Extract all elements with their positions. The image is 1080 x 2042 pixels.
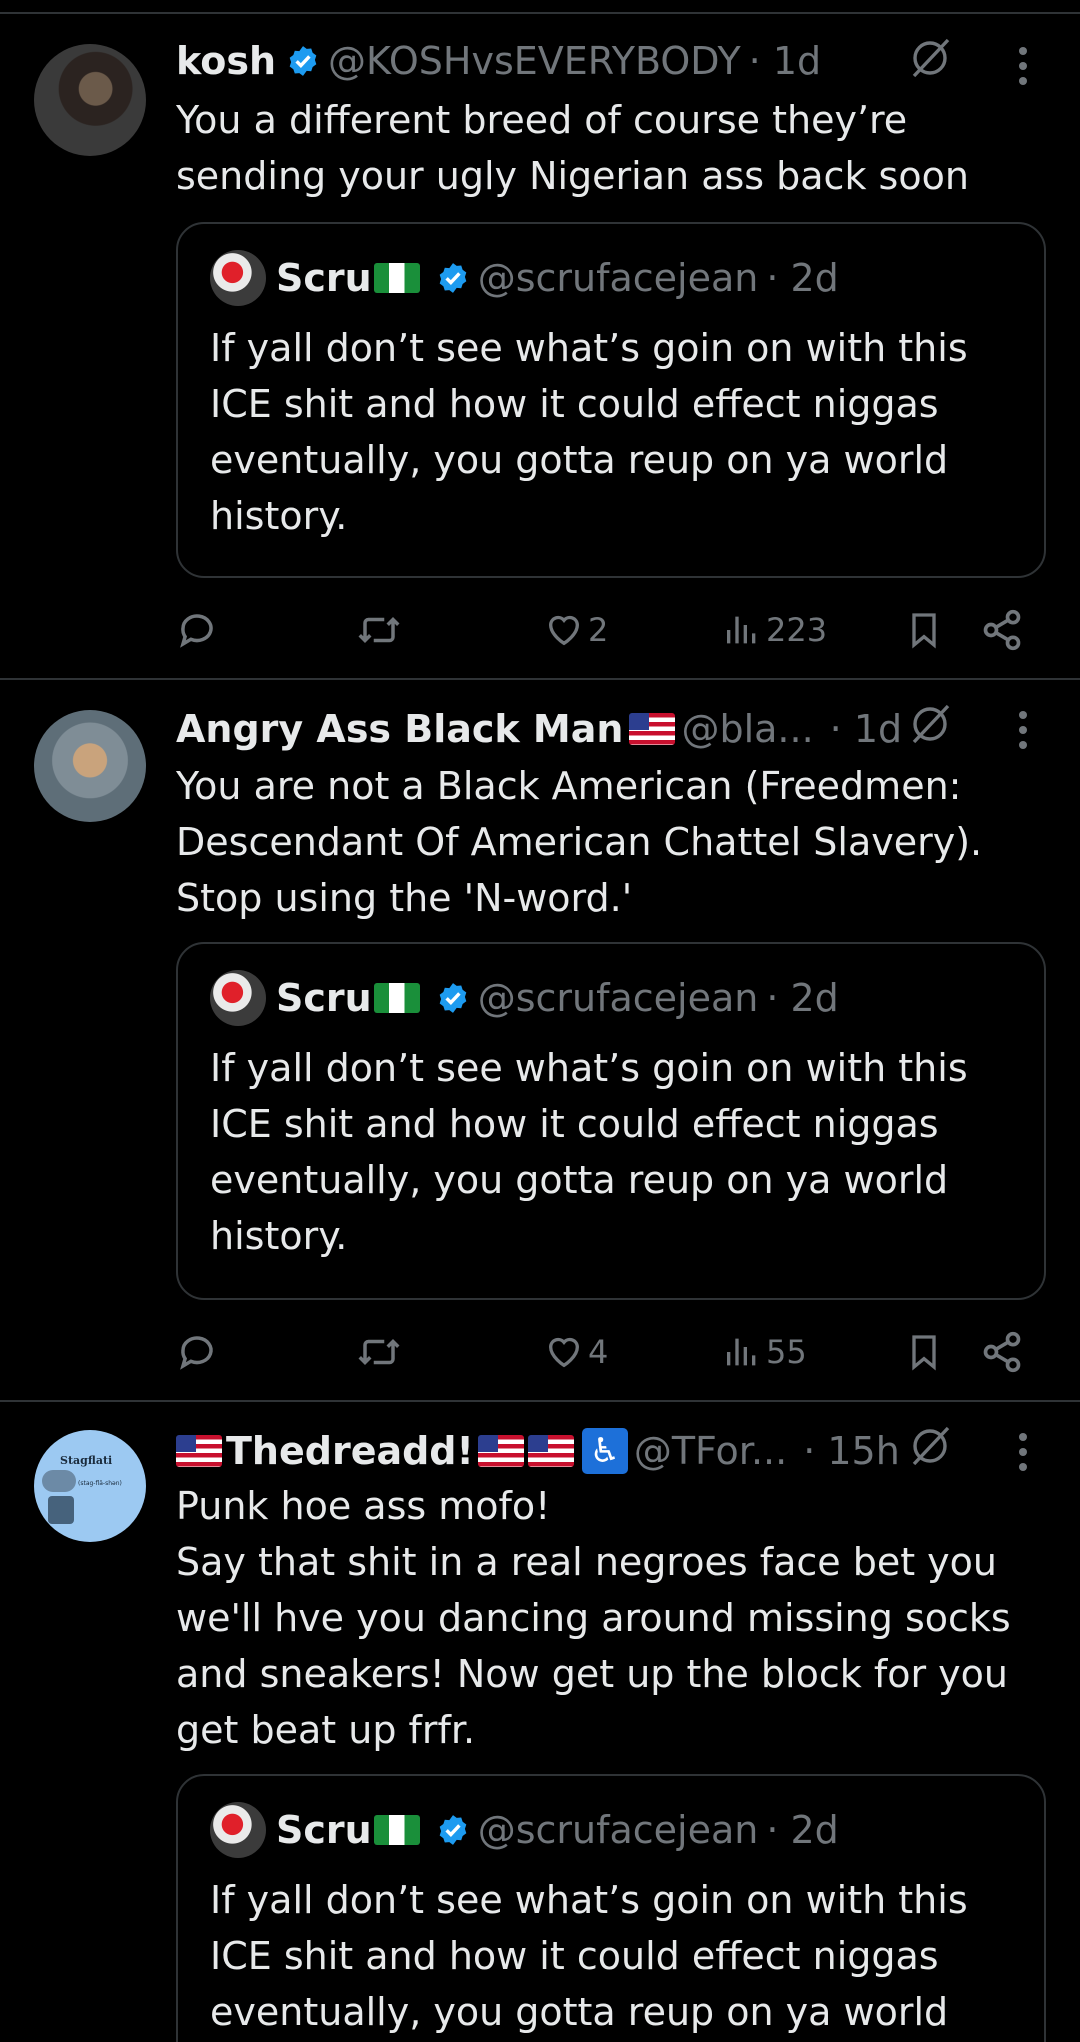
quote-text: If yall don’t see what’s goin on with th… (210, 1046, 968, 1258)
timestamp[interactable]: · 1d (830, 707, 902, 751)
views-icon (727, 1338, 756, 1366)
avatar[interactable]: Stagflati (stag-flā-shən) (34, 1430, 146, 1542)
post-text: Punk hoe ass mofo! Say that shit in a re… (176, 1484, 1011, 1752)
grok-icon[interactable] (906, 1422, 954, 1470)
repost-icon (358, 617, 400, 643)
views-button[interactable]: 55 (722, 1322, 807, 1382)
grok-icon[interactable] (906, 34, 954, 82)
quote-header: Scru @scrufacejean · 2d (210, 970, 839, 1026)
view-count: 55 (766, 1333, 807, 1371)
verified-icon (439, 263, 467, 293)
share-button[interactable] (980, 1322, 1024, 1382)
action-bar: 4 55 (0, 1322, 1080, 1382)
like-button[interactable]: 2 (544, 600, 608, 660)
avatar[interactable] (34, 44, 146, 156)
quote-avatar (210, 250, 266, 306)
quote-handle: @scrufacejean (477, 976, 759, 1020)
post-text: You a different breed of course they’re … (176, 98, 969, 198)
verified-icon (439, 1815, 467, 1845)
us-flag-icon (176, 1435, 222, 1467)
post-text: You are not a Black American (Freedmen: … (176, 764, 983, 920)
user-handle[interactable]: @TFor... (634, 1429, 787, 1473)
wheelchair-icon: ♿ (581, 1428, 628, 1474)
post-1[interactable]: kosh @KOSHvsEVERYBODY · 1d You a differe… (0, 0, 1080, 680)
repost-icon (358, 1339, 400, 1365)
post-header: kosh @KOSHvsEVERYBODY · 1d (176, 36, 821, 86)
quote-display-name: Scru (276, 256, 372, 300)
bookmark-icon (912, 1335, 936, 1371)
nigeria-flag-icon (373, 983, 420, 1013)
more-icon[interactable] (1018, 1432, 1028, 1472)
more-icon[interactable] (1018, 46, 1028, 86)
quote-text: If yall don’t see what’s goin on with th… (210, 1878, 968, 2034)
quote-avatar (210, 970, 266, 1026)
avatar[interactable] (34, 710, 146, 822)
quote-timestamp: · 2d (766, 256, 839, 300)
repost-button[interactable] (356, 1322, 402, 1382)
quote-display-name: Scru (276, 1808, 372, 1852)
display-name[interactable]: kosh (176, 39, 276, 83)
like-count: 4 (588, 1333, 609, 1371)
timestamp[interactable]: · 15h (803, 1429, 900, 1473)
post-header: Thedreadd! ♿ @TFor... · 15h (176, 1426, 900, 1476)
quote-handle: @scrufacejean (477, 1808, 759, 1852)
quote-timestamp: · 2d (766, 1808, 839, 1852)
us-flag-icon (477, 1435, 524, 1467)
post-header: Angry Ass Black Man @bla... · 1d (176, 704, 902, 754)
quote-handle: @scrufacejean (477, 256, 759, 300)
quote-header: Scru @scrufacejean · 2d (210, 250, 839, 306)
quote-avatar (210, 1802, 266, 1858)
bookmark-icon (912, 613, 936, 649)
views-icon (727, 616, 756, 644)
share-icon (983, 1331, 1021, 1373)
us-flag-icon (629, 713, 676, 745)
quoted-post[interactable]: Scru @scrufacejean · 2d If yall don’t se… (176, 942, 1046, 1300)
repost-button[interactable] (356, 600, 402, 660)
reply-button[interactable] (176, 1322, 218, 1382)
user-handle[interactable]: @KOSHvsEVERYBODY (328, 39, 741, 83)
reply-icon (180, 614, 213, 648)
quote-header: Scru @scrufacejean · 2d (210, 1802, 839, 1858)
share-icon (983, 609, 1021, 651)
like-icon (548, 1337, 580, 1368)
display-name[interactable]: Angry Ass Black Man (176, 707, 623, 751)
user-handle[interactable]: @bla... (681, 707, 813, 751)
post-3[interactable]: Stagflati (stag-flā-shən) Thedreadd! ♿ @… (0, 1402, 1080, 2042)
like-count: 2 (588, 611, 609, 649)
quote-display-name: Scru (276, 976, 372, 1020)
avatar-text: Stagflati (60, 1454, 113, 1467)
verified-icon (289, 46, 317, 76)
display-name[interactable]: Thedreadd! (226, 1429, 474, 1473)
reply-button[interactable] (176, 600, 218, 660)
grok-icon[interactable] (906, 700, 954, 748)
action-bar: 2 223 (0, 600, 1080, 660)
reply-icon (180, 1336, 213, 1370)
avatar-subtext: (stag-flā-shən) (78, 1480, 122, 1487)
views-button[interactable]: 223 (722, 600, 827, 660)
bookmark-button[interactable] (904, 1322, 944, 1382)
more-icon[interactable] (1018, 710, 1028, 750)
avatar-figure-shape (48, 1496, 74, 1524)
verified-icon (439, 983, 467, 1013)
bookmark-button[interactable] (904, 600, 944, 660)
like-button[interactable]: 4 (544, 1322, 608, 1382)
share-button[interactable] (980, 600, 1024, 660)
view-count: 223 (766, 611, 828, 649)
quoted-post[interactable]: Scru @scrufacejean · 2d If yall don’t se… (176, 222, 1046, 578)
quote-text: If yall don’t see what’s goin on with th… (210, 326, 968, 538)
avatar-cloud-shape (42, 1470, 76, 1492)
timestamp[interactable]: · 1d (749, 39, 821, 83)
nigeria-flag-icon (373, 263, 420, 293)
post-2[interactable]: Angry Ass Black Man @bla... · 1d You are… (0, 680, 1080, 1400)
like-icon (548, 615, 580, 646)
quoted-post[interactable]: Scru @scrufacejean · 2d If yall don’t se… (176, 1774, 1046, 2042)
quote-timestamp: · 2d (766, 976, 839, 1020)
us-flag-icon (527, 1435, 574, 1467)
nigeria-flag-icon (373, 1815, 420, 1845)
